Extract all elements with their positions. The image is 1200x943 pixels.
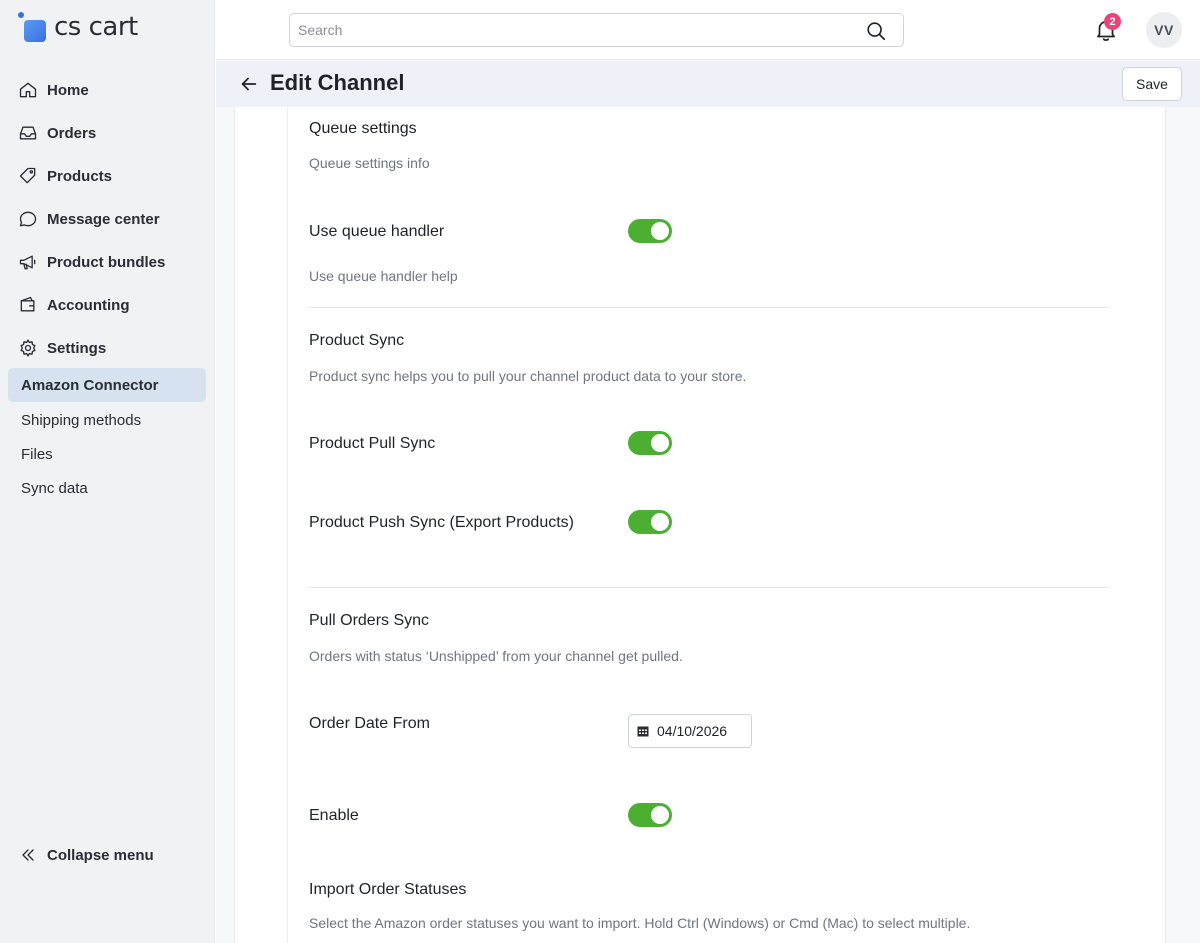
enable-orders-sync-toggle[interactable]: [628, 803, 672, 827]
search-icon[interactable]: [865, 20, 887, 42]
sidebar-subitem-amazon-connector[interactable]: Amazon Connector: [8, 368, 206, 402]
use-queue-handler-toggle[interactable]: [628, 219, 672, 243]
sidebar-item-label: Settings: [47, 339, 107, 357]
queue-settings-info: Queue settings info: [309, 155, 430, 171]
logo-text: cs cart: [54, 12, 138, 42]
order-date-from-value: 04/10/2026: [657, 723, 728, 739]
logo-mark-icon: [18, 12, 48, 42]
pull-orders-sync-info: Orders with status ‘Unshipped’ from your…: [309, 648, 683, 664]
sidebar-item-label: Orders: [47, 124, 97, 142]
settings-card: Queue settings Queue settings info Use q…: [234, 107, 1166, 943]
import-order-statuses-info: Select the Amazon order statuses you wan…: [309, 915, 971, 931]
sidebar-item-orders[interactable]: Orders: [18, 121, 96, 145]
page-title: Edit Channel: [270, 70, 405, 95]
order-date-from-label: Order Date From: [309, 715, 430, 732]
enable-label: Enable: [309, 807, 359, 824]
sidebar-item-label: Message center: [47, 210, 160, 228]
product-sync-title: Product Sync: [309, 332, 405, 349]
gear-icon: [20, 339, 36, 357]
topbar: 2 VV: [216, 0, 1200, 60]
product-push-sync-toggle[interactable]: [628, 510, 672, 534]
home-icon: [19, 82, 37, 98]
sidebar-subitem-shipping-methods[interactable]: Shipping methods: [8, 403, 206, 437]
search-box: [289, 13, 904, 47]
product-push-sync-label: Product Push Sync (Export Products): [309, 514, 574, 531]
product-pull-sync-toggle[interactable]: [628, 431, 672, 455]
page-header: Edit Channel Save: [216, 61, 1200, 107]
sidebar-item-product-bundles[interactable]: Product bundles: [18, 250, 165, 274]
sidebar-subitem-files[interactable]: Files: [8, 437, 206, 471]
sidebar-item-accounting[interactable]: Accounting: [18, 293, 130, 317]
back-arrow-icon[interactable]: [238, 73, 260, 95]
divider: [309, 307, 1109, 308]
product-pull-sync-label: Product Pull Sync: [309, 435, 436, 452]
sidebar-item-label: Products: [47, 167, 113, 185]
sidebar-item-label: Product bundles: [47, 253, 166, 271]
search-input[interactable]: [298, 22, 858, 38]
notification-badge: 2: [1104, 13, 1121, 30]
product-sync-info: Product sync helps you to pull your chan…: [309, 368, 747, 384]
main-content: Queue settings Queue settings info Use q…: [216, 107, 1200, 943]
sidebar-subitem-sync-data[interactable]: Sync data: [8, 471, 206, 505]
queue-settings-title: Queue settings: [309, 120, 417, 137]
chat-icon: [19, 211, 37, 227]
wallet-icon: [20, 296, 35, 312]
sidebar-item-message-center[interactable]: Message center: [18, 207, 160, 231]
inbox-icon: [19, 126, 37, 140]
divider: [309, 587, 1109, 588]
calendar-icon: [637, 726, 649, 737]
collapse-menu-label: Collapse menu: [47, 846, 154, 864]
sidebar-item-label: Home: [47, 81, 89, 99]
avatar[interactable]: VV: [1146, 12, 1182, 48]
sidebar-item-home[interactable]: Home: [18, 78, 89, 102]
save-button[interactable]: Save: [1122, 67, 1182, 101]
use-queue-handler-label: Use queue handler: [309, 223, 445, 240]
order-date-from-input[interactable]: 04/10/2026: [628, 714, 752, 748]
import-order-statuses-title: Import Order Statuses: [309, 881, 467, 898]
double-chevron-left-icon: [22, 849, 34, 861]
logo[interactable]: cs cart: [18, 12, 138, 42]
use-queue-handler-help: Use queue handler help: [309, 268, 458, 284]
sidebar-item-label: Accounting: [47, 296, 130, 314]
sidebar-item-products[interactable]: Products: [18, 164, 112, 188]
megaphone-icon: [19, 255, 36, 270]
sidebar-item-settings[interactable]: Settings: [18, 336, 106, 360]
tag-icon: [19, 167, 36, 184]
sidebar: cs cart Home Orders Products Message cen…: [0, 0, 215, 943]
collapse-menu-button[interactable]: Collapse menu: [18, 845, 154, 865]
pull-orders-sync-title: Pull Orders Sync: [309, 612, 430, 629]
